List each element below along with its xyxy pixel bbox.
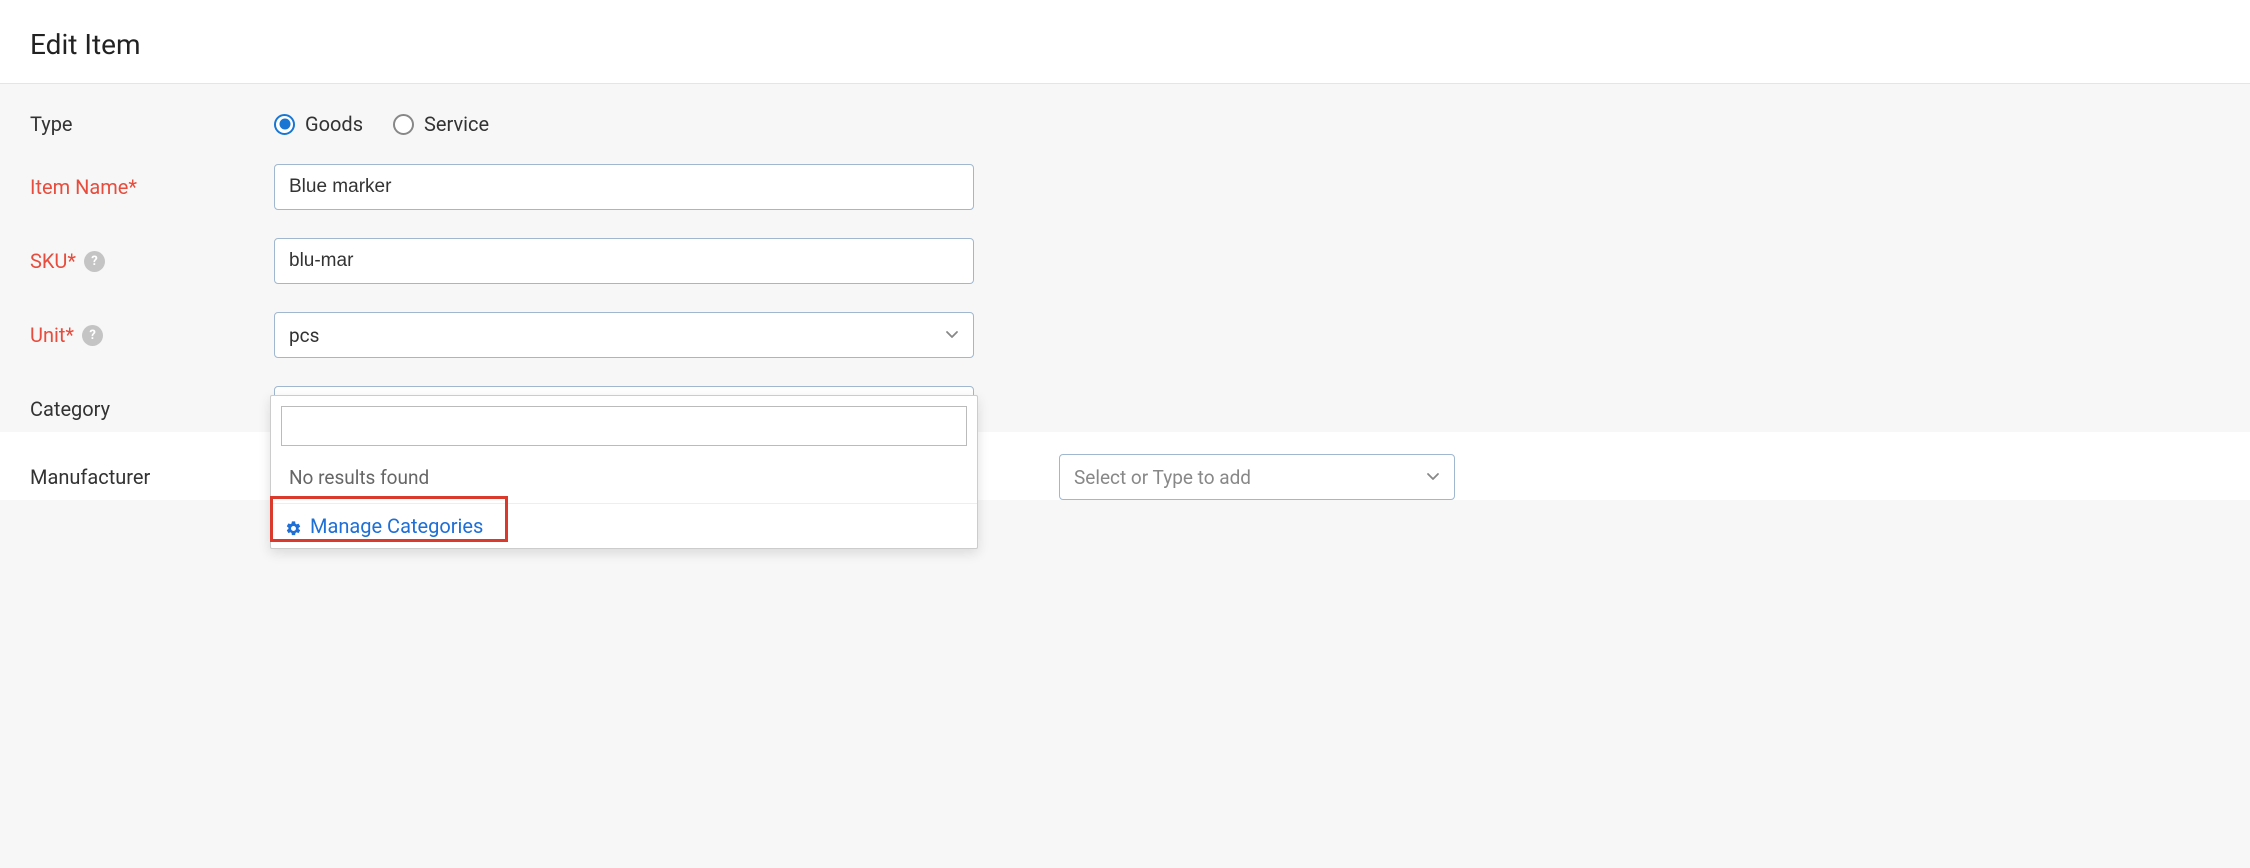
label-item-name: Item Name* (30, 175, 274, 199)
manage-categories-label: Manage Categories (310, 514, 483, 538)
chevron-down-icon (1426, 470, 1440, 484)
unit-value: pcs (289, 324, 319, 347)
help-icon[interactable]: ? (82, 325, 103, 346)
dropdown-no-results: No results found (271, 456, 977, 503)
radio-circle-icon (393, 114, 414, 135)
page-header: Edit Item (0, 0, 2250, 84)
label-sku: SKU* ? (30, 249, 274, 273)
row-unit: Unit* ? pcs (30, 312, 2220, 358)
label-unit-text: Unit* (30, 323, 74, 347)
dropdown-search-wrap (271, 396, 977, 456)
category-dropdown: No results found Manage Categories (270, 395, 978, 549)
item-name-input[interactable] (274, 164, 974, 210)
label-manufacturer: Manufacturer (30, 465, 274, 489)
category-search-input[interactable] (281, 406, 967, 446)
page-title: Edit Item (30, 28, 2220, 61)
radio-goods[interactable]: Goods (274, 112, 363, 136)
radio-service[interactable]: Service (393, 112, 489, 136)
label-unit: Unit* ? (30, 323, 274, 347)
radio-circle-icon (274, 114, 295, 135)
brand-placeholder: Select or Type to add (1074, 466, 1251, 489)
radio-label-service: Service (424, 112, 489, 136)
manage-categories-link[interactable]: Manage Categories (271, 503, 977, 548)
radio-label-goods: Goods (305, 112, 363, 136)
type-radio-group: Goods Service (274, 112, 489, 136)
row-type: Type Goods Service (30, 112, 2220, 136)
row-item-name: Item Name* (30, 164, 2220, 210)
chevron-down-icon (945, 328, 959, 342)
gear-icon (285, 518, 302, 535)
sku-input[interactable] (274, 238, 974, 284)
help-icon[interactable]: ? (84, 251, 105, 272)
label-type: Type (30, 112, 274, 136)
unit-select[interactable]: pcs (274, 312, 974, 358)
brand-select[interactable]: Select or Type to add (1059, 454, 1455, 500)
label-category: Category (30, 397, 274, 421)
label-sku-text: SKU* (30, 249, 76, 273)
row-sku: SKU* ? (30, 238, 2220, 284)
form-area: Type Goods Service Item Name* SKU* ? (0, 84, 2250, 432)
